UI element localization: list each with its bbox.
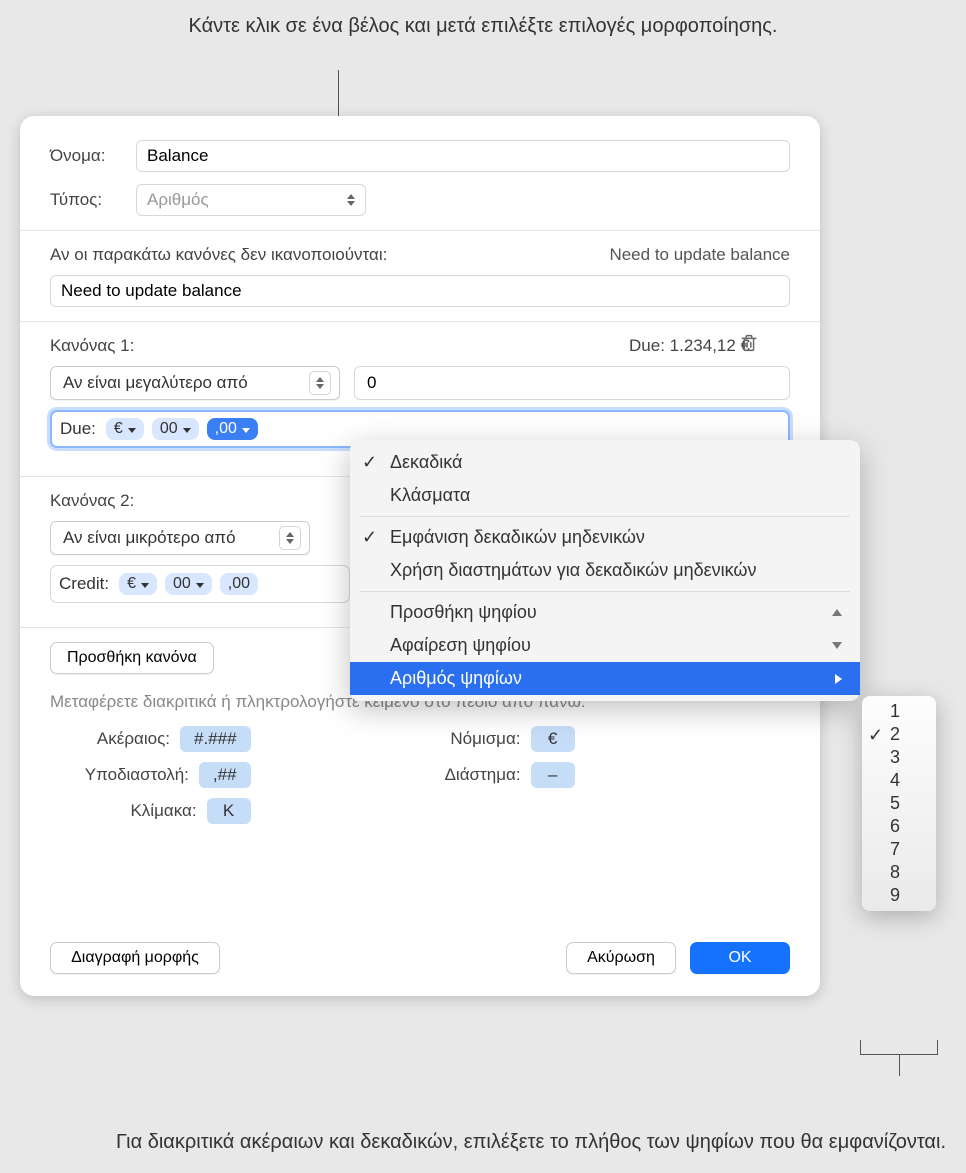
submenu-item-label: 7: [890, 839, 900, 859]
rule1-title: Κανόνας 1:: [50, 336, 134, 356]
submenu-item-label: 6: [890, 816, 900, 836]
chevron-down-icon: [141, 575, 149, 593]
integer-token[interactable]: #.###: [180, 726, 251, 752]
submenu-item-5[interactable]: 5: [862, 792, 936, 815]
submenu-item-label: 9: [890, 885, 900, 905]
chevron-updown-icon: [316, 377, 324, 389]
rule2-operator-select[interactable]: Αν είναι μικρότερο από: [50, 521, 310, 555]
callout-bottom: Για διακριτικά ακέραιων και δεκαδικών, ε…: [0, 1128, 946, 1157]
submenu-item-9[interactable]: 9: [862, 884, 936, 907]
name-input[interactable]: [136, 140, 790, 172]
rule1-value-input[interactable]: [354, 366, 790, 400]
callout-bracket: [860, 1040, 938, 1064]
delete-format-button[interactable]: Διαγραφή μορφής: [50, 942, 220, 974]
token-currency[interactable]: €: [119, 573, 157, 595]
rule1-preview: Due: 1.234,12 €: [629, 336, 750, 356]
menu-item-show-zeros[interactable]: ✓Εμφάνιση δεκαδικών μηδενικών: [350, 521, 860, 554]
token-currency[interactable]: €: [106, 418, 144, 440]
token-decimal-selected[interactable]: ,00: [207, 418, 258, 440]
menu-item-add-digit[interactable]: Προσθήκη ψηφίου: [350, 596, 860, 629]
rule1-prefix: Due:: [60, 419, 96, 439]
menu-item-use-spaces[interactable]: Χρήση διαστημάτων για δεκαδικών μηδενικώ…: [350, 554, 860, 587]
arrow-down-icon: [832, 642, 842, 649]
submenu-item-label: 5: [890, 793, 900, 813]
submenu-item-6[interactable]: 6: [862, 815, 936, 838]
fallback-label: Αν οι παρακάτω κανόνες δεν ικανοποιούντα…: [50, 245, 387, 265]
rule2-prefix: Credit:: [59, 574, 109, 594]
submenu-item-8[interactable]: 8: [862, 861, 936, 884]
menu-item-remove-digit[interactable]: Αφαίρεση ψηφίου: [350, 629, 860, 662]
callout-top: Κάντε κλικ σε ένα βέλος και μετά επιλέξτ…: [0, 12, 966, 41]
divider: [20, 230, 820, 231]
chevron-down-icon: [196, 575, 204, 593]
submenu-item-2[interactable]: ✓2: [862, 723, 936, 746]
integer-token-label: Ακέραιος:: [50, 729, 170, 749]
chevron-right-icon: [835, 674, 842, 684]
name-label: Όνομα:: [50, 146, 136, 166]
type-label: Τύπος:: [50, 190, 136, 210]
chevron-updown-icon: [286, 532, 294, 544]
rule1-operator-select[interactable]: Αν είναι μεγαλύτερο από: [50, 366, 340, 400]
ok-button[interactable]: OK: [690, 942, 790, 974]
chevron-down-icon: [242, 420, 250, 438]
decimal-token-label: Υποδιαστολή:: [69, 765, 189, 785]
rule2-format-field[interactable]: Credit: € 00 ,00: [50, 565, 350, 603]
token-integer[interactable]: 00: [152, 418, 199, 440]
type-select-value: Αριθμός: [147, 190, 209, 210]
type-select[interactable]: Αριθμός: [136, 184, 366, 216]
token-decimal[interactable]: ,00: [220, 573, 258, 595]
submenu-item-1[interactable]: 1: [862, 700, 936, 723]
submenu-item-label: 8: [890, 862, 900, 882]
chevron-down-icon: [183, 420, 191, 438]
decimal-options-menu: ✓Δεκαδικά Κλάσματα ✓Εμφάνιση δεκαδικών μ…: [350, 440, 860, 701]
token-integer[interactable]: 00: [165, 573, 212, 595]
currency-token[interactable]: €: [531, 726, 575, 752]
fallback-input[interactable]: [50, 275, 790, 307]
cancel-button[interactable]: Ακύρωση: [566, 942, 676, 974]
submenu-item-label: 4: [890, 770, 900, 790]
arrow-up-icon: [832, 609, 842, 616]
chevron-updown-icon: [347, 194, 355, 206]
rule1-operator-value: Αν είναι μεγαλύτερο από: [63, 373, 248, 393]
space-token-label: Διάστημα:: [401, 765, 521, 785]
rule2-operator-value: Αν είναι μικρότερο από: [63, 528, 236, 548]
space-token[interactable]: –: [531, 762, 575, 788]
scale-token[interactable]: K: [207, 798, 251, 824]
fallback-preview: Need to update balance: [609, 245, 790, 265]
digit-count-submenu: 1✓23456789: [862, 696, 936, 911]
chevron-down-icon: [128, 420, 136, 438]
submenu-item-4[interactable]: 4: [862, 769, 936, 792]
menu-item-digit-count[interactable]: Αριθμός ψηφίων: [350, 662, 860, 695]
tokens-grid: Ακέραιος: #.### Υποδιαστολή: ,## Κλίμακα: K…: [50, 726, 790, 824]
add-rule-button[interactable]: Προσθήκη κανόνα: [50, 642, 214, 674]
decimal-token[interactable]: ,##: [199, 762, 251, 788]
currency-token-label: Νόμισμα:: [401, 729, 521, 749]
divider: [20, 321, 820, 322]
check-icon: ✓: [362, 452, 377, 473]
menu-separator: [360, 516, 850, 517]
submenu-item-label: 3: [890, 747, 900, 767]
submenu-item-label: 1: [890, 701, 900, 721]
menu-item-decimals[interactable]: ✓Δεκαδικά: [350, 446, 860, 479]
submenu-item-3[interactable]: 3: [862, 746, 936, 769]
submenu-item-label: 2: [890, 724, 900, 744]
submenu-item-7[interactable]: 7: [862, 838, 936, 861]
menu-separator: [360, 591, 850, 592]
scale-token-label: Κλίμακα:: [77, 801, 197, 821]
check-icon: ✓: [868, 725, 883, 746]
check-icon: ✓: [362, 527, 377, 548]
menu-item-fractions[interactable]: Κλάσματα: [350, 479, 860, 512]
trash-icon[interactable]: [738, 332, 760, 360]
rule2-title: Κανόνας 2:: [50, 491, 134, 511]
